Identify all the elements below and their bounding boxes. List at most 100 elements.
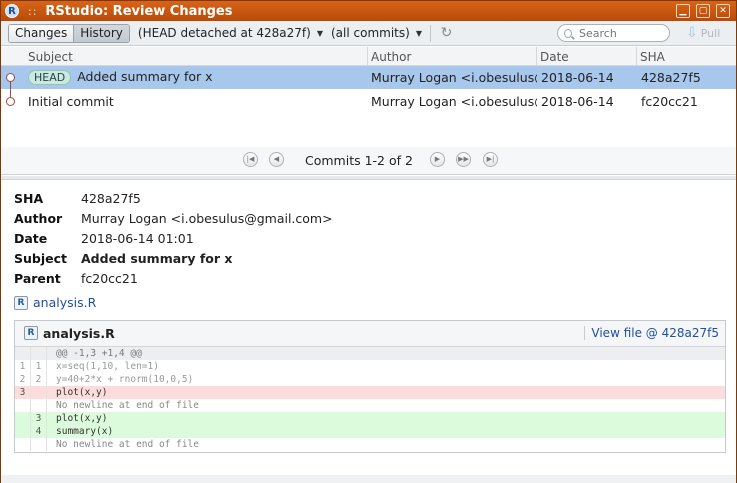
old-line-number (15, 399, 31, 412)
diff-line-note: No newline at end of file (15, 438, 725, 451)
window-controls: ▁ ▢ ✕ (676, 4, 730, 18)
detail-subject: Subject Added summary for x (14, 251, 233, 266)
head-badge: HEAD (28, 70, 72, 85)
column-header-subject[interactable]: Subject (28, 50, 73, 64)
diff-panel: R analysis.R View file @ 428a27f5 @@ -1,… (14, 320, 726, 453)
commits-filter-dropdown[interactable]: (all commits) ▼ (331, 26, 422, 40)
branch-dropdown[interactable]: (HEAD detached at 428a27f) ▼ (138, 26, 323, 40)
diff-line-text: summary(x) (56, 426, 114, 437)
close-icon[interactable]: ✕ (716, 4, 730, 18)
diff-line-text: y=40+2*x + rnorm(10,0,5) (56, 374, 194, 385)
diff-line-text: x=seq(1,10, len=1) (56, 361, 159, 372)
commit-subject: HEAD Added summary for x (28, 69, 213, 85)
new-line-number: 2 (31, 373, 47, 386)
new-line-number (31, 438, 47, 451)
drag-handle-icon[interactable]: :: (28, 5, 37, 18)
old-line-number: 2 (15, 373, 31, 386)
r-file-icon: R (14, 295, 28, 310)
refresh-icon[interactable]: ↻ (439, 25, 454, 41)
commit-graph-node-icon (6, 97, 15, 106)
minimize-icon[interactable]: ▁ (676, 4, 690, 18)
review-changes-window: R :: RStudio: Review Changes ▁ ▢ ✕ Chang… (0, 0, 737, 483)
chevron-down-icon: ▼ (316, 28, 323, 38)
changes-tab[interactable]: Changes (9, 24, 74, 42)
commit-graph-node-icon (6, 73, 15, 82)
commits-filter-label: (all commits) (331, 26, 410, 40)
detail-sha: SHA 428a27f5 (14, 191, 141, 206)
commit-sha: 428a27f5 (641, 70, 701, 85)
diff-file-name: analysis.R (43, 326, 115, 341)
diff-line-ctx: 1 1 x=seq(1,10, len=1) (15, 360, 725, 373)
status-strip (1, 475, 736, 483)
new-line-number (31, 399, 47, 412)
title-bar[interactable]: R :: RStudio: Review Changes ▁ ▢ ✕ (1, 1, 736, 21)
diff-line-ctx: 2 2 y=40+2*x + rnorm(10,0,5) (15, 373, 725, 386)
pager-status: Commits 1-2 of 2 (305, 153, 413, 168)
search-input[interactable] (579, 26, 669, 40)
diff-line-del: 3 plot(x,y) (15, 386, 725, 399)
window-title: RStudio: Review Changes (45, 3, 233, 19)
pull-button[interactable]: ⇩ Pull (686, 25, 720, 41)
detail-parent: Parent fc20cc21 (14, 271, 138, 286)
last-page-icon[interactable]: ▶| (483, 152, 498, 167)
first-page-icon[interactable]: |◀ (243, 152, 258, 167)
diff-line-text: plot(x,y) (56, 387, 108, 398)
new-line-number (31, 386, 47, 399)
commit-date: 2018-06-14 (541, 94, 614, 109)
diff-line-add: 3 plot(x,y) (15, 412, 725, 425)
diff-lines: @@ -1,3 +1,4 @@ 1 1 x=seq(1,10, len=1) 2 2 y=4… (15, 347, 725, 451)
old-line-number (15, 425, 31, 438)
diff-line-add: 4 summary(x) (15, 425, 725, 438)
rstudio-logo-icon: R (5, 4, 19, 18)
commit-table-header: Subject Author Date SHA (1, 47, 736, 66)
old-line-number (15, 347, 31, 360)
diff-line-text: No newline at end of file (56, 439, 199, 450)
commit-subject: Initial commit (28, 94, 114, 109)
toolbar-divider (429, 24, 431, 42)
history-tab[interactable]: History (73, 24, 129, 42)
pane-splitter[interactable] (1, 176, 736, 180)
commit-date: 2018-06-14 (541, 70, 614, 85)
column-header-sha[interactable]: SHA (640, 50, 665, 64)
diff-header: R analysis.R View file @ 428a27f5 (15, 321, 725, 347)
diff-line-text: @@ -1,3 +1,4 @@ (56, 348, 142, 359)
maximize-icon[interactable]: ▢ (696, 4, 710, 18)
branch-label: (HEAD detached at 428a27f) (137, 26, 311, 40)
commit-row[interactable]: HEAD Added summary for x Murray Logan <i.… (1, 66, 736, 89)
new-line-number: 3 (31, 412, 47, 425)
new-line-number (31, 347, 47, 360)
pull-arrow-icon: ⇩ (686, 25, 698, 41)
pull-label: Pull (700, 26, 721, 40)
chevron-down-icon: ▼ (415, 28, 422, 38)
detail-author: Author Murray Logan <i.obesulus@gmail.co… (14, 211, 333, 226)
new-line-number: 4 (31, 425, 47, 438)
commit-row[interactable]: Initial commit Murray Logan <i.obesulus@… (1, 90, 736, 113)
search-box[interactable] (557, 24, 670, 42)
column-header-author[interactable]: Author (371, 50, 411, 64)
r-file-icon: R (24, 326, 38, 340)
commit-author: Murray Logan <i.obesulus@gmail.com> (371, 70, 537, 85)
new-line-number: 1 (31, 360, 47, 373)
next-page-icon[interactable]: ▶ (430, 152, 445, 167)
column-divider[interactable] (636, 47, 637, 66)
view-toggle: Changes History (8, 23, 130, 43)
diff-line-hunk: @@ -1,3 +1,4 @@ (15, 347, 725, 360)
detail-date: Date 2018-06-14 01:01 (14, 231, 194, 246)
old-line-number: 1 (15, 360, 31, 373)
changed-file-link[interactable]: R analysis.R (14, 295, 96, 310)
pager: |◀ ◀ Commits 1-2 of 2 ▶ ▶▶ ▶| (1, 147, 736, 175)
diff-line-text: No newline at end of file (56, 400, 199, 411)
old-line-number: 3 (15, 386, 31, 399)
toolbar: Changes History (HEAD detached at 428a27… (1, 21, 736, 46)
old-line-number (15, 412, 31, 425)
commit-author: Murray Logan <i.obesulus@gmail.com> (371, 94, 537, 109)
column-divider[interactable] (367, 47, 368, 66)
column-divider[interactable] (536, 47, 537, 66)
fast-forward-icon[interactable]: ▶▶ (456, 152, 471, 167)
diff-line-note: No newline at end of file (15, 399, 725, 412)
column-header-date[interactable]: Date (540, 50, 569, 64)
commit-sha: fc20cc21 (641, 94, 698, 109)
view-file-link[interactable]: View file @ 428a27f5 (584, 326, 719, 340)
search-icon (564, 28, 572, 38)
previous-page-icon[interactable]: ◀ (269, 152, 284, 167)
